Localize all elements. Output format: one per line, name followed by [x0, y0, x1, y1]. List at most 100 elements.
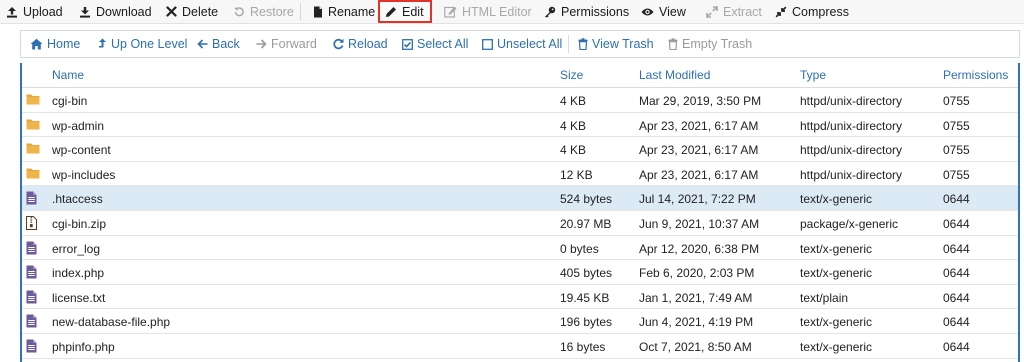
table-row[interactable]: cgi-bin 4 KB Mar 29, 2019, 3:50 PM httpd/un… — [22, 88, 1018, 113]
folder-icon — [26, 118, 40, 133]
column-header-size[interactable]: Size — [560, 68, 583, 82]
forward-label: Forward — [271, 37, 317, 51]
column-header-type[interactable]: Type — [800, 68, 826, 82]
table-row[interactable]: error_log 0 bytes Apr 12, 2020, 6:38 PM tex… — [22, 236, 1018, 261]
rename-label: Rename — [328, 4, 376, 19]
file-size: 196 bytes — [560, 315, 613, 330]
file-manager-toolbar: Upload Download Delete Restore Rename Ed… — [0, 0, 1024, 24]
up-one-level-label: Up One Level — [111, 37, 188, 51]
file-last-modified: Oct 7, 2021, 8:50 AM — [639, 339, 752, 354]
delete-icon — [166, 6, 177, 17]
file-size: 4 KB — [560, 94, 587, 108]
file-last-modified: Apr 12, 2020, 6:38 PM — [639, 241, 760, 256]
table-row[interactable]: new-database-file.php 196 bytes Jun 4, 202… — [22, 309, 1018, 334]
unselect-all-label: Unselect All — [497, 37, 563, 51]
text-file-icon — [26, 241, 37, 258]
file-size: 20.97 MB — [560, 216, 612, 231]
table-row[interactable]: license.txt 19.45 KB Jan 1, 2021, 7:49 AM t… — [22, 285, 1018, 310]
file-name: new-database-file.php — [52, 315, 171, 330]
view-button[interactable]: View — [641, 1, 686, 22]
restore-button[interactable]: Restore — [233, 1, 294, 22]
folder-icon — [26, 167, 40, 182]
file-last-modified: Jun 9, 2021, 10:37 AM — [639, 216, 760, 231]
arrow-left-icon — [197, 39, 208, 49]
file-permissions: 0644 — [943, 290, 970, 305]
table-row[interactable]: .htaccess 524 bytes Jul 14, 2021, 7:22 PM t… — [22, 186, 1018, 211]
back-label: Back — [212, 37, 240, 51]
table-row[interactable]: wp-admin 4 KB Apr 23, 2021, 6:17 AM httpd/u… — [22, 113, 1018, 138]
file-name: wp-admin — [52, 118, 105, 133]
back-button[interactable]: Back — [197, 36, 240, 52]
arrow-right-icon — [256, 39, 267, 49]
permissions-button[interactable]: Permissions — [544, 1, 629, 22]
file-name: .htaccess — [52, 192, 103, 207]
up-one-level-button[interactable]: Up One Level — [98, 36, 187, 52]
file-permissions: 0644 — [943, 241, 970, 256]
unselect-all-button[interactable]: Unselect All — [482, 36, 562, 52]
empty-trash-button[interactable]: Empty Trash — [668, 36, 752, 52]
table-header: Name Size Last Modified Type Permissions — [22, 63, 1018, 88]
forward-button[interactable]: Forward — [256, 36, 317, 52]
table-row[interactable]: wp-content 4 KB Apr 23, 2021, 6:17 AM httpd… — [22, 137, 1018, 162]
toolbar-divider — [300, 3, 301, 20]
column-header-permissions[interactable]: Permissions — [943, 68, 1008, 82]
html-editor-button[interactable]: HTML Editor — [444, 1, 532, 22]
file-name: wp-content — [52, 143, 111, 158]
column-header-name[interactable]: Name — [52, 68, 84, 82]
permissions-label: Permissions — [561, 4, 630, 19]
file-type: text/x-generic — [800, 192, 873, 207]
home-button[interactable]: Home — [30, 36, 80, 52]
restore-label: Restore — [250, 4, 294, 19]
file-permissions: 0644 — [943, 216, 970, 231]
file-size: 16 bytes — [560, 339, 606, 354]
reload-button[interactable]: Reload — [332, 36, 388, 52]
delete-button[interactable]: Delete — [166, 1, 218, 22]
text-file-icon — [26, 191, 37, 208]
table-row[interactable]: wp-includes 12 KB Apr 23, 2021, 6:17 AM htt… — [22, 162, 1018, 187]
file-name: cgi-bin — [52, 94, 88, 108]
view-label: View — [659, 4, 686, 19]
file-permissions: 0755 — [943, 118, 970, 133]
reload-label: Reload — [348, 37, 388, 51]
file-name: phpinfo.php — [52, 339, 115, 354]
nav-divider — [568, 35, 569, 53]
file-name: cgi-bin.zip — [52, 216, 107, 231]
extract-button[interactable]: Extract — [706, 1, 762, 22]
compress-button[interactable]: Compress — [775, 1, 849, 22]
edit-button[interactable]: Edit — [378, 0, 432, 23]
trash-icon — [578, 38, 588, 50]
file-type: httpd/unix-directory — [800, 143, 903, 158]
file-last-modified: Apr 23, 2021, 6:17 AM — [639, 118, 759, 133]
file-size: 19.45 KB — [560, 290, 610, 305]
upload-label: Upload — [23, 4, 63, 19]
table-row[interactable]: cgi-bin.zip 20.97 MB Jun 9, 2021, 10:37 AM… — [22, 211, 1018, 236]
upload-button[interactable]: Upload — [6, 1, 63, 22]
table-row[interactable]: phpinfo.php 16 bytes Oct 7, 2021, 8:50 AM t… — [22, 334, 1018, 359]
file-permissions: 0755 — [943, 167, 970, 182]
file-name: index.php — [52, 266, 105, 281]
file-last-modified: Mar 29, 2019, 3:50 PM — [639, 94, 762, 108]
home-icon — [30, 38, 43, 50]
file-last-modified: Jan 1, 2021, 7:49 AM — [639, 290, 753, 305]
select-all-button[interactable]: Select All — [402, 36, 468, 52]
download-button[interactable]: Download — [79, 1, 152, 22]
checkbox-empty-icon — [482, 38, 493, 50]
file-permissions: 0644 — [943, 266, 970, 281]
file-last-modified: Apr 23, 2021, 6:17 AM — [639, 167, 759, 182]
text-file-icon — [26, 314, 37, 331]
select-all-label: Select All — [417, 37, 469, 51]
file-type: text/x-generic — [800, 266, 873, 281]
view-trash-button[interactable]: View Trash — [578, 36, 654, 52]
rename-icon — [314, 6, 322, 17]
table-row[interactable]: index.php 405 bytes Feb 6, 2020, 2:03 PM te… — [22, 260, 1018, 285]
column-header-last-modified[interactable]: Last Modified — [639, 68, 710, 82]
rename-button[interactable]: Rename — [313, 1, 375, 22]
restore-icon — [234, 6, 244, 16]
reload-icon — [333, 38, 344, 50]
file-size: 524 bytes — [560, 192, 613, 207]
compress-icon — [775, 6, 787, 17]
file-size: 4 KB — [560, 118, 587, 133]
download-label: Download — [96, 4, 152, 19]
key-icon — [545, 6, 556, 18]
extract-icon — [706, 5, 718, 18]
